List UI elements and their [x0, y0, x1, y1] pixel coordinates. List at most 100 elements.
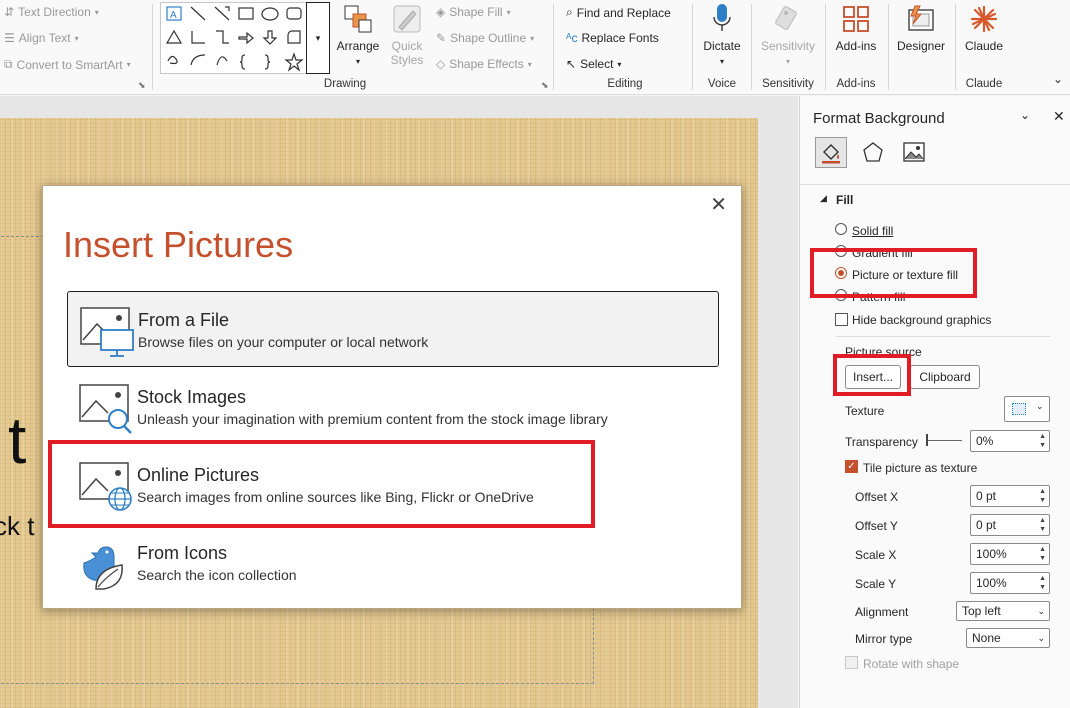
scale-x-input[interactable]: 100% ▲ ▼	[970, 543, 1050, 565]
picture-texture-fill-radio[interactable]	[835, 267, 847, 279]
insert-button[interactable]: Insert...	[845, 365, 901, 389]
format-background-pane: Format Background ⌄ ✕ ◢ Fill Solid fill …	[799, 96, 1070, 708]
collapse-triangle-icon[interactable]: ◢	[820, 193, 827, 204]
transparency-value: 0%	[976, 434, 994, 448]
arrange-icon	[341, 2, 375, 36]
solid-fill-label[interactable]: Solid fill	[852, 224, 893, 238]
option-from-a-file[interactable]: From a File Browse files on your compute…	[67, 291, 719, 367]
gradient-fill-label[interactable]: Gradient fill	[852, 246, 913, 260]
title-placeholder-border	[0, 236, 44, 536]
rotate-with-shape-checkbox[interactable]	[845, 656, 858, 669]
designer-button[interactable]: Designer	[893, 2, 949, 54]
offset-x-input[interactable]: 0 pt ▲ ▼	[970, 485, 1050, 507]
chevron-down-icon: ⌄	[1037, 606, 1045, 616]
spinner-arrows-icon[interactable]: ▲ ▼	[1039, 487, 1046, 505]
fill-tab-paint-bucket-icon[interactable]	[815, 137, 847, 168]
mirror-type-label: Mirror type	[855, 632, 913, 646]
chevron-down-icon: ⌄	[1036, 401, 1044, 411]
spinner-arrows-icon[interactable]: ▲ ▼	[1039, 516, 1046, 534]
shape-effects-button[interactable]: ◇ Shape Effects ▾	[436, 57, 532, 71]
select-button[interactable]: ↖ Select ▾	[566, 57, 621, 71]
mirror-type-dropdown[interactable]: None ⌄	[966, 628, 1050, 648]
option-stock-images[interactable]: Stock Images Unleash your imagination wi…	[67, 369, 719, 445]
slide-subtitle-text[interactable]: ck t	[0, 511, 34, 542]
shape-fill-button[interactable]: ◈ Shape Fill ▾	[436, 5, 511, 19]
offset-y-input[interactable]: 0 pt ▲ ▼	[970, 514, 1050, 536]
find-replace-button[interactable]: ⌕ Find and Replace	[566, 5, 671, 20]
add-ins-group-label: Add-ins	[836, 78, 876, 90]
pattern-fill-label[interactable]: Pattern fill	[852, 290, 905, 304]
transparency-slider[interactable]	[926, 440, 962, 441]
chevron-down-icon: ⌄	[1037, 633, 1045, 643]
ribbon: ⇵ Text Direction ▾ ☰ Align Text ▾ ⧉ Conver…	[0, 0, 1070, 95]
smartart-icon: ⧉	[4, 57, 13, 71]
hide-bg-graphics-label[interactable]: Hide background graphics	[852, 313, 991, 327]
close-icon[interactable]: ✕	[1053, 108, 1065, 125]
separator	[800, 184, 1070, 185]
solid-fill-radio[interactable]	[835, 223, 847, 235]
editing-group-label: Editing	[607, 78, 643, 90]
pattern-fill-radio[interactable]	[835, 289, 847, 301]
separator	[825, 4, 826, 90]
transparency-slider-thumb[interactable]	[926, 434, 928, 446]
chevron-down-icon: ▾	[126, 60, 131, 69]
convert-smartart-button[interactable]: ⧉ Convert to SmartArt ▾	[4, 57, 131, 72]
shapes-gallery[interactable]: A	[160, 2, 330, 74]
hide-bg-graphics-checkbox[interactable]	[835, 313, 848, 326]
option-title: From Icons	[137, 543, 228, 563]
tile-picture-label[interactable]: Tile picture as texture	[863, 461, 977, 475]
spinner-arrows-icon[interactable]: ▲ ▼	[1039, 545, 1046, 563]
dialog-title: Insert Pictures	[63, 224, 294, 265]
pane-title: Format Background	[813, 110, 945, 127]
shape-outline-button[interactable]: ✎ Shape Outline ▾	[436, 31, 534, 45]
add-ins-button[interactable]: Add-ins	[831, 2, 881, 54]
claude-button[interactable]: Claude	[958, 2, 1010, 54]
pane-options-chevron-icon[interactable]: ⌄	[1020, 108, 1030, 122]
chevron-down-icon: ▾	[530, 33, 535, 43]
shapes-more-button[interactable]: ▾	[306, 2, 330, 74]
alignment-value: Top left	[962, 604, 1001, 618]
option-description: Browse files on your computer or local n…	[138, 334, 429, 350]
gradient-fill-radio[interactable]	[835, 245, 847, 257]
spinner-arrows-icon[interactable]: ▲ ▼	[1039, 574, 1046, 592]
scale-y-value: 100%	[976, 576, 1007, 590]
alignment-dropdown[interactable]: Top left ⌄	[956, 601, 1050, 621]
arrange-button[interactable]: Arrange ▾	[335, 2, 381, 69]
collapse-ribbon-icon[interactable]: ⌄	[1053, 72, 1063, 86]
solid-fill-text: Solid fill	[852, 224, 894, 238]
computer-picture-icon	[79, 306, 135, 358]
drawing-launcher-icon[interactable]: ⬊	[541, 80, 549, 91]
picture-tab-icon[interactable]	[903, 142, 925, 165]
slide-title-text[interactable]: t	[8, 402, 26, 478]
option-description: Search the icon collection	[137, 567, 297, 583]
option-from-icons[interactable]: From Icons Search the icon collection	[67, 525, 719, 601]
spinner-arrows-icon[interactable]: ▲ ▼	[1039, 432, 1046, 450]
sensitivity-button[interactable]: Sensitivity ▾	[757, 2, 819, 69]
effects-tab-pentagon-icon[interactable]	[862, 141, 884, 166]
clipboard-button[interactable]: Clipboard	[910, 365, 980, 389]
separator	[836, 336, 1050, 337]
transparency-input[interactable]: 0% ▲ ▼	[970, 430, 1050, 452]
claude-icon	[967, 2, 1001, 36]
sensitivity-icon	[771, 2, 805, 36]
tile-picture-checkbox[interactable]: ✓	[845, 460, 858, 473]
fill-section-header[interactable]: Fill	[836, 193, 853, 207]
picture-texture-fill-label[interactable]: Picture or texture fill	[852, 268, 958, 282]
stock-images-search-icon	[78, 383, 134, 435]
paragraph-launcher-icon[interactable]: ⬊	[138, 80, 146, 91]
bird-leaf-icon	[78, 539, 134, 591]
mirror-type-value: None	[972, 631, 1001, 645]
scale-y-input[interactable]: 100% ▲ ▼	[970, 572, 1050, 594]
quick-styles-button[interactable]: Quick Styles	[384, 2, 430, 67]
align-text-button[interactable]: ☰ Align Text ▾	[4, 31, 79, 45]
svg-text:A: A	[170, 10, 177, 21]
quick-styles-label: Quick Styles	[390, 39, 424, 67]
drawing-group-label: Drawing	[323, 78, 367, 90]
texture-picker[interactable]: ⌄	[1004, 396, 1050, 422]
chevron-down-icon: ▾	[355, 57, 360, 66]
close-icon[interactable]: ✕	[710, 192, 727, 217]
option-online-pictures[interactable]: Online Pictures Search images from onlin…	[67, 447, 719, 523]
text-direction-button[interactable]: ⇵ Text Direction ▾	[4, 5, 99, 19]
replace-fonts-button[interactable]: ᴬc Replace Fonts	[566, 31, 659, 45]
dictate-button[interactable]: Dictate ▾	[699, 2, 745, 69]
